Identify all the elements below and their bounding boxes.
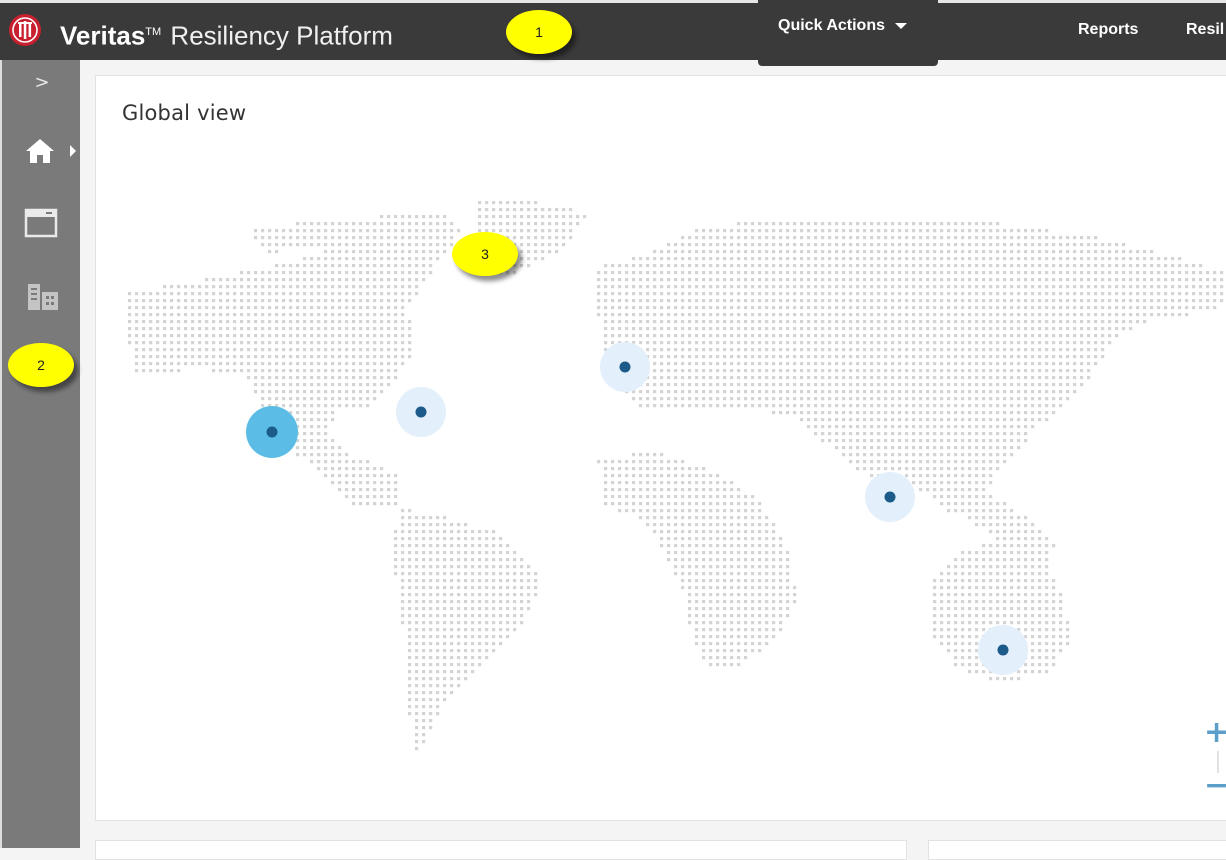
quick-actions-menu[interactable]: Quick Actions: [758, 0, 938, 66]
nav-reports[interactable]: Reports: [1078, 21, 1138, 39]
home-icon: [26, 139, 76, 163]
zoom-out-button[interactable]: −: [1204, 771, 1226, 801]
nav-resiliency[interactable]: Resil: [1186, 21, 1224, 39]
map-marker-west-us[interactable]: [246, 406, 298, 458]
sidebar-item-assets[interactable]: [2, 208, 82, 244]
callout-2: 2: [8, 343, 74, 387]
callout-3: 3: [452, 232, 518, 276]
summary-card-right: [928, 840, 1226, 860]
sidebar-item-home[interactable]: [2, 136, 82, 170]
map-marker-india[interactable]: [865, 472, 915, 522]
sidebar: >: [0, 60, 80, 848]
map-marker-australia[interactable]: [978, 625, 1028, 675]
app-title: VeritasTM Resiliency Platform: [60, 17, 393, 51]
caret-down-icon: [894, 22, 907, 29]
world-dot-map[interactable]: [96, 76, 1226, 822]
top-bar: VeritasTM Resiliency Platform Reports Re…: [0, 0, 1226, 60]
map-marker-europe[interactable]: [600, 342, 650, 392]
summary-card-left: [95, 840, 907, 860]
expand-sidebar-button[interactable]: >: [2, 72, 82, 93]
veritas-logo-icon[interactable]: [8, 13, 42, 47]
brand-trademark: TM: [145, 26, 162, 38]
global-view-panel: Global view + −: [95, 75, 1226, 821]
product-name: Resiliency Platform: [170, 20, 393, 51]
buildings-icon: [28, 284, 58, 310]
window-icon: [24, 208, 58, 238]
sidebar-item-infrastructure[interactable]: [2, 282, 82, 318]
map-land-dots: [128, 201, 1224, 751]
quick-actions-label: Quick Actions: [778, 17, 885, 34]
zoom-in-button[interactable]: +: [1204, 718, 1226, 748]
callout-1: 1: [506, 10, 572, 54]
brand-name: Veritas: [60, 20, 146, 51]
map-marker-east-us[interactable]: [396, 387, 446, 437]
